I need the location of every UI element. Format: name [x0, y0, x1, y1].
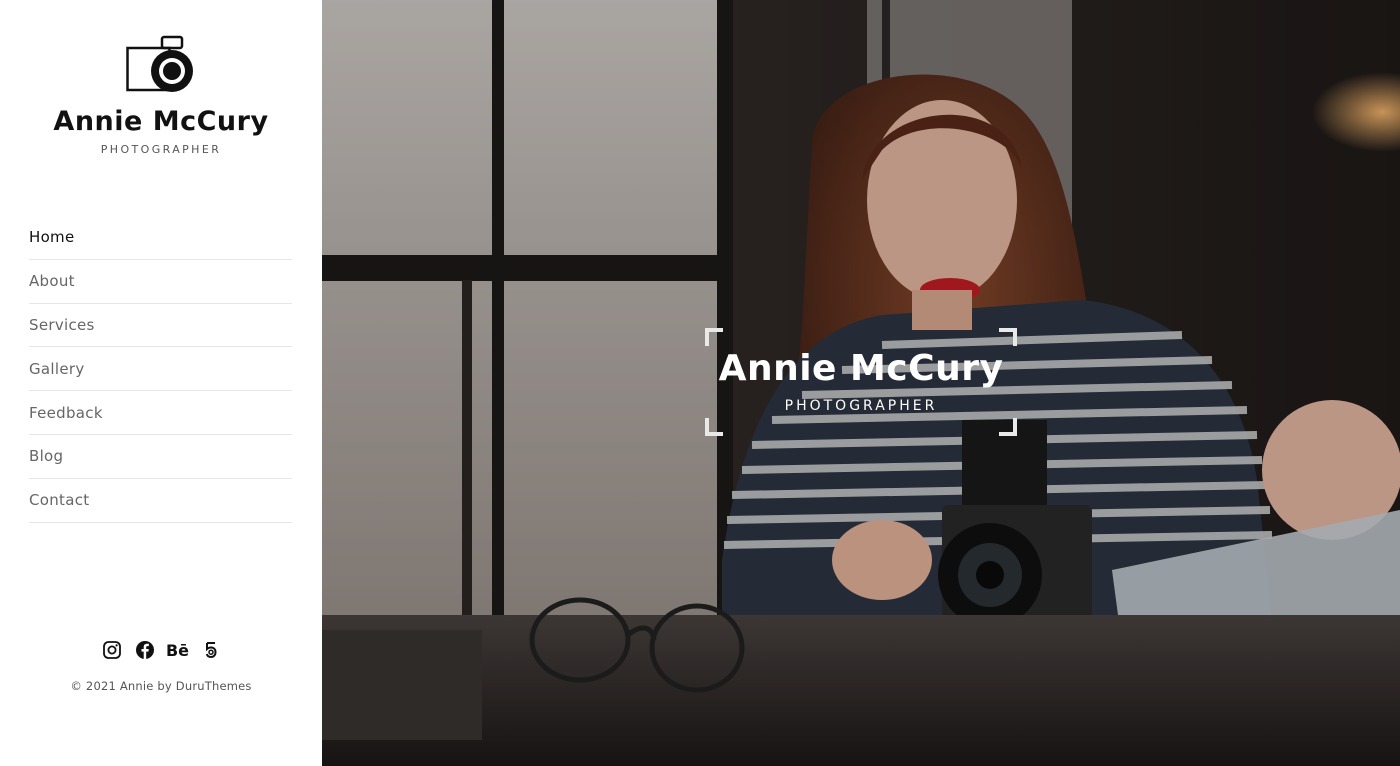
nav-item-home[interactable]: Home	[29, 216, 292, 260]
nav-item-services[interactable]: Services	[29, 304, 292, 348]
500px-icon[interactable]	[201, 640, 221, 660]
nav-item-blog[interactable]: Blog	[29, 435, 292, 479]
social-links: Bē	[0, 640, 322, 660]
nav-item-gallery[interactable]: Gallery	[29, 347, 292, 392]
hero-title: Annie McCury	[718, 348, 1004, 389]
logo-link[interactable]: Annie McCury PHOTOGRAPHER	[0, 34, 322, 156]
hero-title-frame: Annie McCury PHOTOGRAPHER	[705, 328, 1017, 436]
frame-corner	[705, 328, 723, 346]
frame-corner	[705, 418, 723, 436]
camera-icon	[126, 35, 193, 92]
nav-item-contact[interactable]: Contact	[29, 479, 292, 523]
frame-corner	[999, 328, 1017, 346]
frame-corner	[999, 418, 1017, 436]
copyright-text: © 2021 Annie by DuruThemes	[70, 679, 252, 693]
hero-subtitle: PHOTOGRAPHER	[784, 398, 938, 414]
main-nav: Home About Services Gallery Feedback Blo…	[29, 216, 292, 523]
instagram-icon[interactable]	[102, 640, 122, 660]
facebook-icon[interactable]	[135, 640, 155, 660]
behance-icon[interactable]: Bē	[166, 640, 189, 660]
brand-subtitle: PHOTOGRAPHER	[100, 143, 222, 156]
nav-item-feedback[interactable]: Feedback	[29, 391, 292, 435]
nav-item-about[interactable]: About	[29, 260, 292, 304]
sidebar: Annie McCury PHOTOGRAPHER Home About Ser…	[0, 0, 322, 766]
brand-name: Annie McCury	[53, 106, 269, 137]
hero-section: Annie McCury PHOTOGRAPHER	[322, 0, 1400, 766]
